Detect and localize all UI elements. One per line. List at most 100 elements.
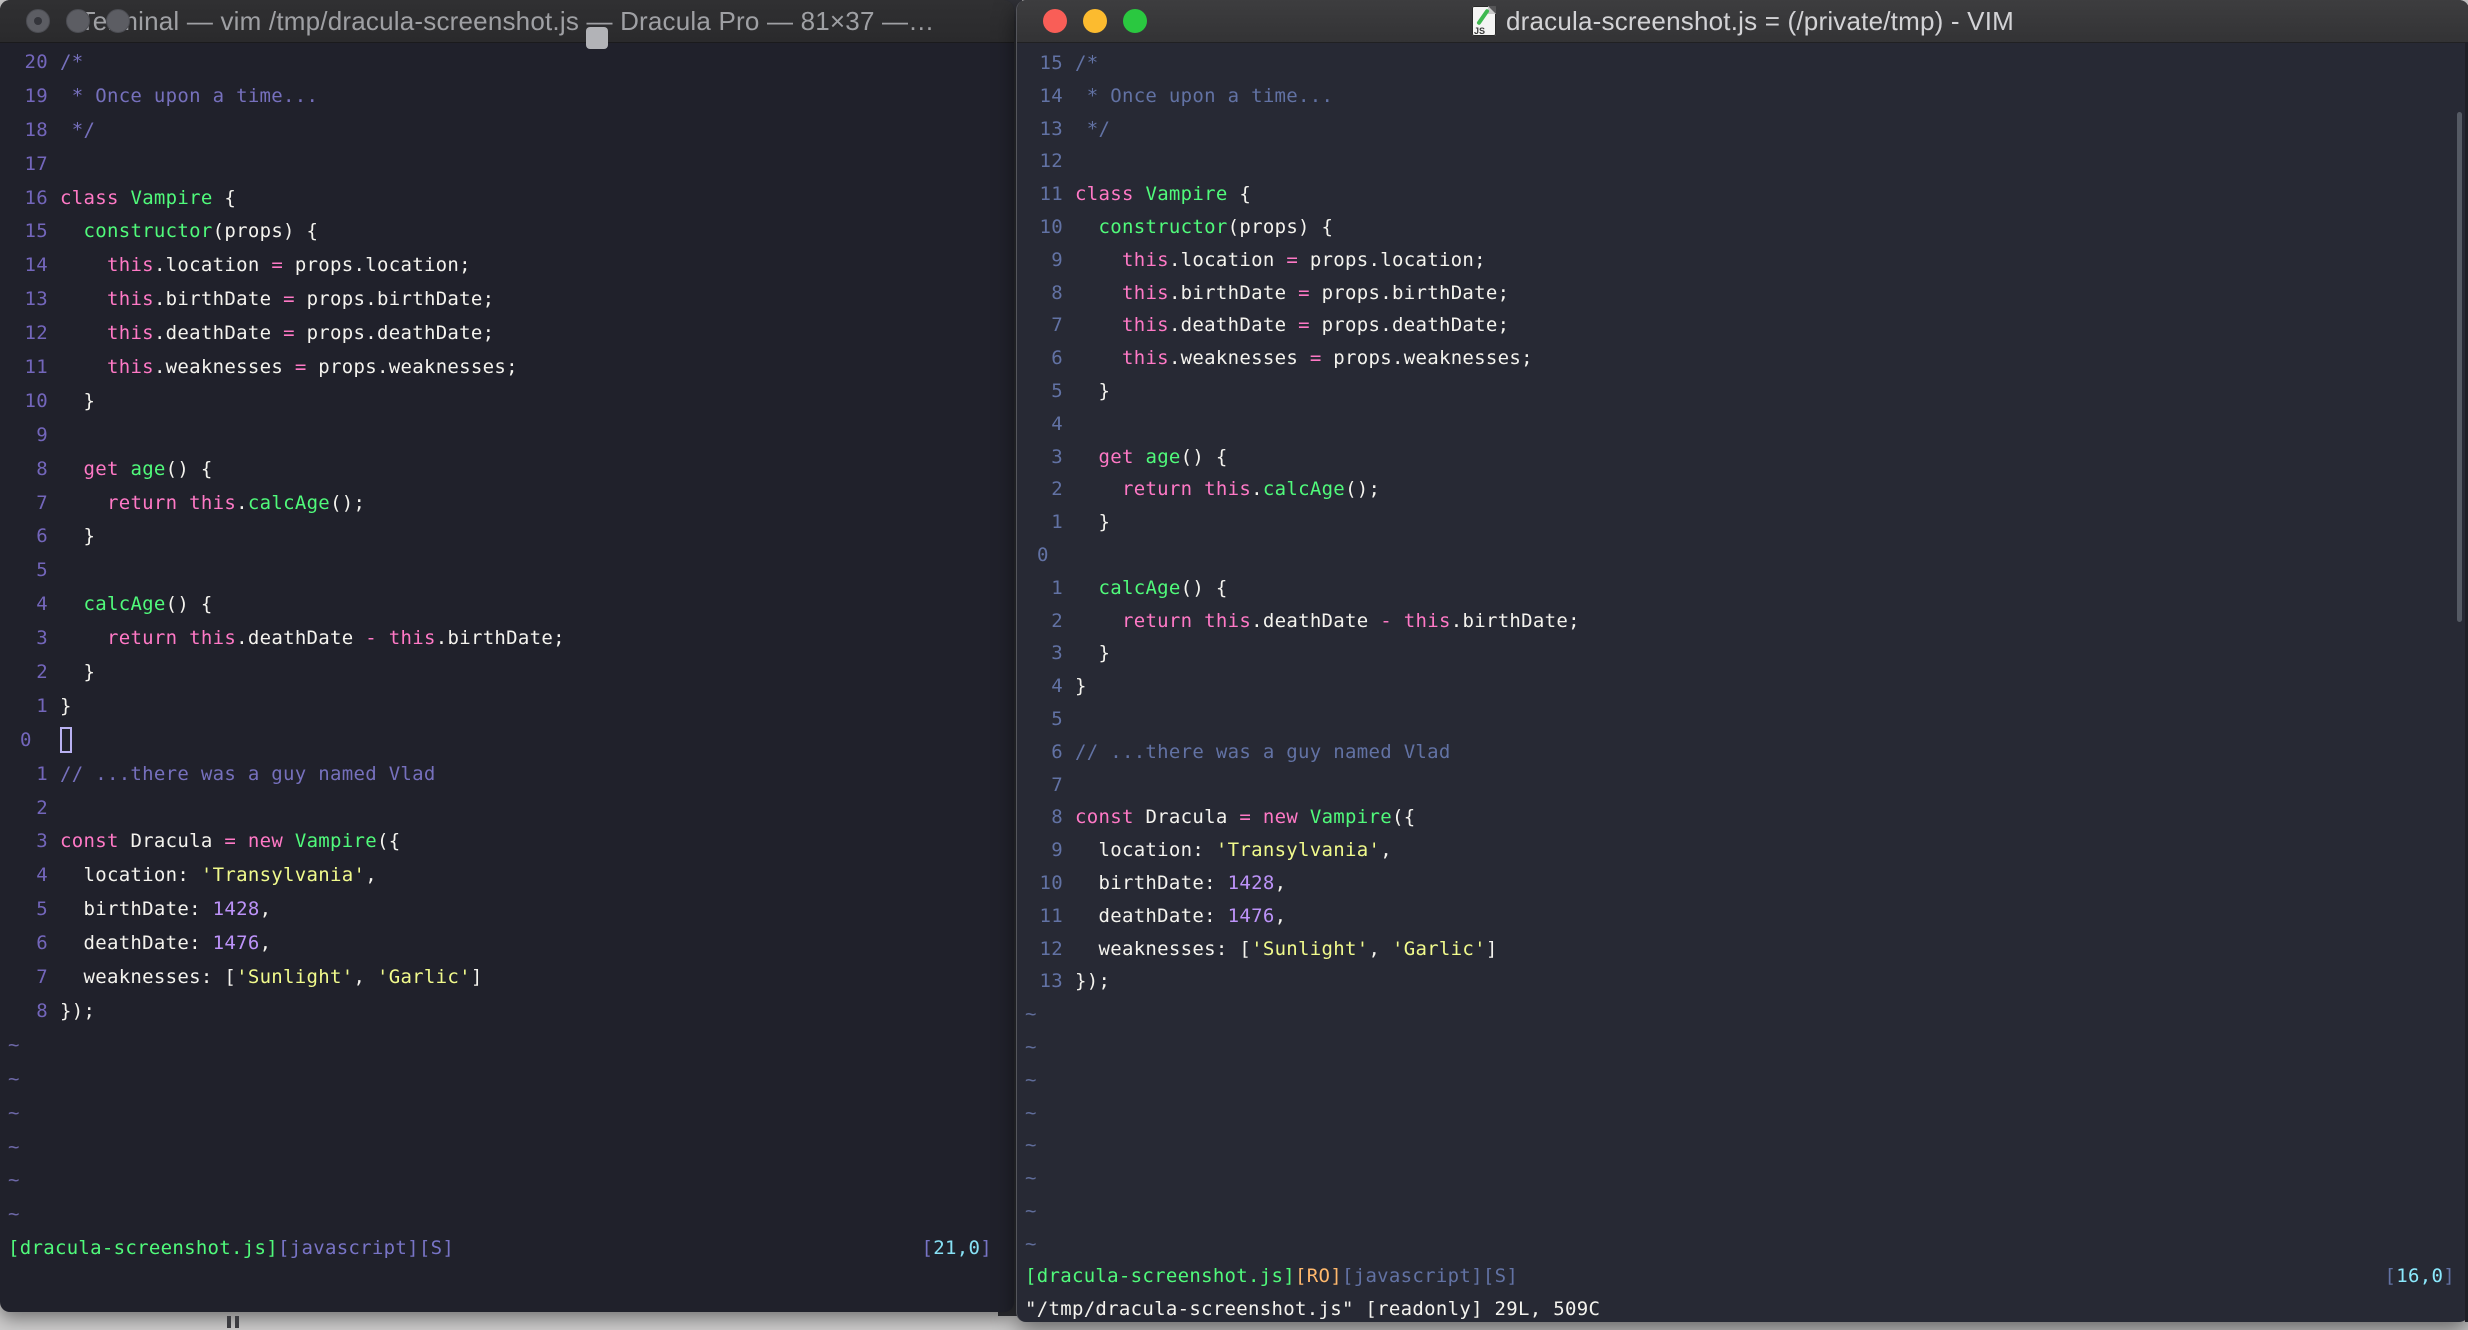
code-token: .birthDate; bbox=[435, 627, 565, 650]
line-number: 5 bbox=[36, 898, 48, 921]
code-line[interactable]: 15 /* bbox=[1025, 47, 2468, 80]
code-line[interactable]: 8 this.birthDate = props.birthDate; bbox=[1025, 277, 2468, 310]
code-line[interactable]: 15 constructor(props) { bbox=[8, 215, 1014, 249]
code-line[interactable]: 2 } bbox=[8, 656, 1014, 690]
code-line[interactable]: 12 this.deathDate = props.deathDate; bbox=[8, 317, 1014, 351]
code-line[interactable]: 7 weaknesses: ['Sunlight', 'Garlic'] bbox=[8, 961, 1014, 995]
code-line[interactable]: 4 bbox=[1025, 408, 2468, 441]
code-line[interactable]: 10 } bbox=[8, 385, 1014, 419]
minimize-button[interactable] bbox=[1083, 9, 1107, 33]
close-button[interactable] bbox=[1043, 9, 1067, 33]
code-line[interactable]: 9 this.location = props.location; bbox=[1025, 244, 2468, 277]
code-line[interactable]: 11 this.weaknesses = props.weaknesses; bbox=[8, 351, 1014, 385]
code-line[interactable]: 7 bbox=[1025, 769, 2468, 802]
code-line[interactable]: 1 } bbox=[1025, 506, 2468, 539]
code-line[interactable]: 19 * Once upon a time... bbox=[8, 80, 1014, 114]
code-line[interactable]: 4} bbox=[1025, 670, 2468, 703]
code-line[interactable]: 17 bbox=[8, 148, 1014, 182]
code-line[interactable]: 16 class Vampire { bbox=[8, 182, 1014, 216]
code-line[interactable]: 0 bbox=[1025, 539, 2468, 572]
code-line[interactable]: 0 bbox=[8, 724, 1014, 758]
line-number: 7 bbox=[1051, 314, 1063, 337]
code-token: 1476 bbox=[212, 932, 260, 955]
code-token: this bbox=[189, 491, 237, 514]
code-line[interactable]: 2 bbox=[8, 792, 1014, 826]
code-line[interactable]: 6 this.weaknesses = props.weaknesses; bbox=[1025, 342, 2468, 375]
code-line[interactable]: 4 location: 'Transylvania', bbox=[8, 859, 1014, 893]
line-number: 15 bbox=[24, 220, 48, 243]
code-token: } bbox=[1075, 511, 1111, 534]
code-line[interactable]: 8 const Dracula = new Vampire({ bbox=[1025, 801, 2468, 834]
code-line[interactable]: 1 calcAge() { bbox=[1025, 572, 2468, 605]
code-line[interactable]: 13 */ bbox=[1025, 113, 2468, 146]
code-line[interactable]: 14 * Once upon a time... bbox=[1025, 80, 2468, 113]
line-number: 15 bbox=[1039, 52, 1063, 74]
code-token: [dracula-screenshot.js] bbox=[1025, 1265, 1295, 1288]
code-line[interactable]: 5 bbox=[1025, 703, 2468, 736]
code-line[interactable]: 10 constructor(props) { bbox=[1025, 211, 2468, 244]
code-line[interactable]: 7 return this.calcAge(); bbox=[8, 487, 1014, 521]
statusline-file-info: [dracula-screenshot.js][RO][javascript][… bbox=[1025, 1260, 1518, 1293]
tilde-marker: ~ bbox=[8, 1033, 20, 1056]
macvim-buffer[interactable]: 15/* 14 * Once upon a time... 13 */ 12 11 cla… bbox=[1017, 42, 2468, 1322]
line-number: 12 bbox=[1039, 150, 1063, 173]
code-line[interactable]: 3 return this.deathDate - this.birthDate… bbox=[8, 622, 1014, 656]
code-line[interactable]: 3 const Dracula = new Vampire({ bbox=[8, 825, 1014, 859]
code-line[interactable]: 5 birthDate: 1428, bbox=[8, 893, 1014, 927]
empty-buffer-line: ~ bbox=[1025, 1064, 2468, 1097]
macvim-scrollbar-thumb[interactable] bbox=[2457, 112, 2462, 622]
zoom-button[interactable] bbox=[106, 9, 130, 33]
code-line[interactable]: 12 weaknesses: ['Sunlight', 'Garlic'] bbox=[1025, 933, 2468, 966]
code-token: this bbox=[1204, 478, 1252, 501]
code-line[interactable]: 13 this.birthDate = props.birthDate; bbox=[8, 283, 1014, 317]
code-line[interactable]: 20 /* bbox=[8, 46, 1014, 80]
code-token: } bbox=[60, 661, 96, 684]
minimize-button[interactable] bbox=[66, 9, 90, 33]
close-button[interactable] bbox=[26, 9, 50, 33]
code-line[interactable]: 2 return this.deathDate - this.birthDate… bbox=[1025, 605, 2468, 638]
code-token: ] bbox=[470, 966, 483, 989]
code-line[interactable]: 8}); bbox=[8, 995, 1014, 1029]
code-line[interactable]: 1 // ...there was a guy named Vlad bbox=[8, 758, 1014, 792]
code-line[interactable]: 4 calcAge() { bbox=[8, 588, 1014, 622]
macvim-titlebar[interactable]: JS dracula-screenshot.js = (/private/tmp… bbox=[1017, 0, 2468, 43]
zoom-button[interactable] bbox=[1123, 9, 1147, 33]
code-token: Vampire bbox=[294, 830, 378, 853]
code-line[interactable]: 1} bbox=[8, 690, 1014, 724]
code-line[interactable]: 2 return this.calcAge(); bbox=[1025, 473, 2468, 506]
code-line[interactable]: 14 this.location = props.location; bbox=[8, 249, 1014, 283]
code-line[interactable]: 5 bbox=[8, 554, 1014, 588]
code-token: 'Sunlight' bbox=[1251, 937, 1369, 960]
terminal-vim-buffer[interactable]: 20/* 19 * Once upon a time... 18 */17 16 cla… bbox=[0, 42, 1014, 1300]
code-line[interactable]: 9 location: 'Transylvania', bbox=[1025, 834, 2468, 867]
code-token: .birthDate bbox=[1168, 281, 1299, 304]
code-line[interactable]: 3 get age() { bbox=[1025, 441, 2468, 474]
terminal-titlebar[interactable]: Terminal — vim /tmp/dracula-screenshot.j… bbox=[0, 0, 1014, 43]
line-number: 14 bbox=[24, 254, 48, 277]
code-line[interactable]: 11 class Vampire { bbox=[1025, 178, 2468, 211]
code-token: props.birthDate; bbox=[1309, 281, 1510, 304]
line-number: 1 bbox=[36, 694, 48, 717]
line-number: 3 bbox=[1051, 642, 1063, 665]
code-line[interactable]: 12 bbox=[1025, 145, 2468, 178]
code-line[interactable]: 6 // ...there was a guy named Vlad bbox=[1025, 736, 2468, 769]
code-line[interactable]: 10 birthDate: 1428, bbox=[1025, 867, 2468, 900]
code-line[interactable]: 5 } bbox=[1025, 375, 2468, 408]
line-number: 16 bbox=[24, 186, 48, 209]
line-number: 11 bbox=[1039, 183, 1063, 206]
code-line[interactable]: 3 } bbox=[1025, 637, 2468, 670]
code-line[interactable]: 13}); bbox=[1025, 965, 2468, 998]
code-line[interactable]: 7 this.deathDate = props.deathDate; bbox=[1025, 309, 2468, 342]
code-line[interactable]: 6 } bbox=[8, 520, 1014, 554]
background-window-artifact bbox=[227, 1316, 231, 1328]
code-line[interactable]: 6 deathDate: 1476, bbox=[8, 927, 1014, 961]
code-line[interactable]: 8 get age() { bbox=[8, 453, 1014, 487]
code-line[interactable]: 9 bbox=[8, 419, 1014, 453]
code-line[interactable]: 11 deathDate: 1476, bbox=[1025, 900, 2468, 933]
code-line[interactable]: 18 */ bbox=[8, 114, 1014, 148]
document-proxy-icon[interactable]: JS bbox=[1471, 6, 1496, 36]
code-token: weaknesses: [ bbox=[60, 966, 237, 989]
